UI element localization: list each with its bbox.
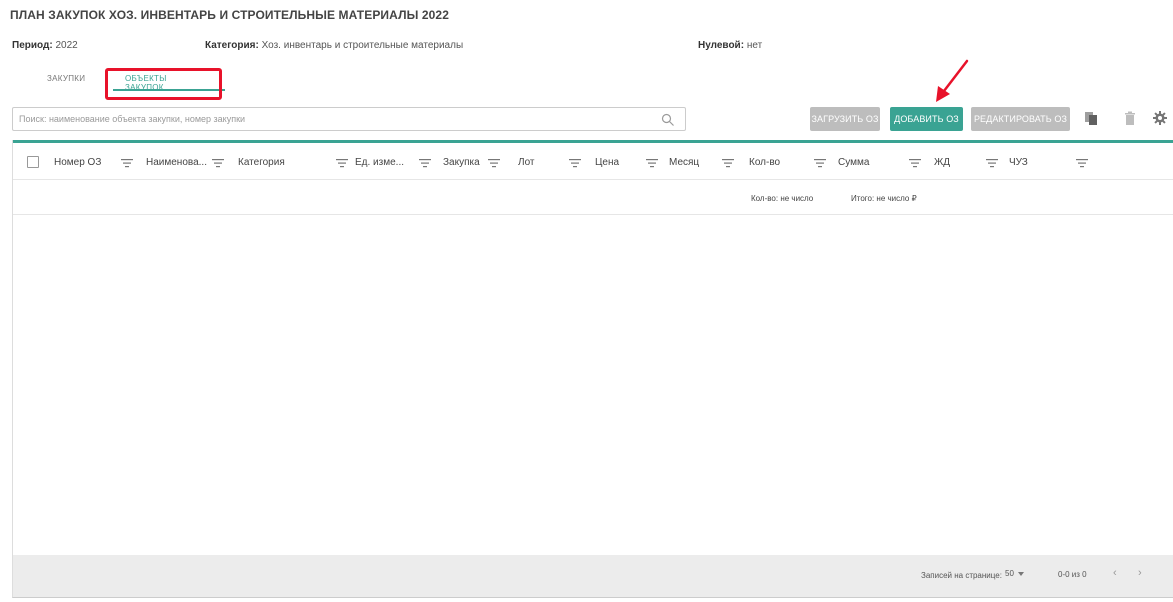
category-value: Хоз. инвентарь и строительные материалы <box>261 40 464 51</box>
filter-icon[interactable] <box>121 158 133 168</box>
filter-icon[interactable] <box>419 158 431 168</box>
chevron-down-icon[interactable] <box>1018 572 1024 576</box>
edit-button[interactable]: РЕДАКТИРОВАТЬ ОЗ <box>971 107 1070 131</box>
search-input[interactable] <box>13 108 685 130</box>
table-header: Номер ОЗ Наименова... Категория Ед. изме… <box>13 143 1173 180</box>
tab-purchases[interactable]: ЗАКУПКИ <box>47 74 85 83</box>
column-header[interactable]: Месяц <box>669 157 699 168</box>
zero-value: нет <box>746 40 763 51</box>
column-header[interactable]: Категория <box>238 157 285 168</box>
upload-button[interactable]: ЗАГРУЗИТЬ ОЗ <box>810 107 880 131</box>
trash-icon[interactable] <box>1122 110 1138 126</box>
column-header[interactable]: Сумма <box>838 157 869 168</box>
filter-icon[interactable] <box>909 158 921 168</box>
column-header[interactable]: Цена <box>595 157 619 168</box>
chevron-right-icon[interactable]: › <box>1138 567 1142 579</box>
rows-per-page-select[interactable]: 50 <box>1005 569 1014 578</box>
search-icon[interactable] <box>661 113 675 127</box>
filter-icon[interactable] <box>336 158 348 168</box>
meta-period: Период: 2022 <box>12 40 78 51</box>
column-header[interactable]: Номер ОЗ <box>54 157 101 168</box>
period-label: Период: <box>12 40 53 51</box>
filter-icon[interactable] <box>646 158 658 168</box>
period-value: 2022 <box>55 40 78 51</box>
gear-icon[interactable] <box>1152 110 1168 126</box>
totals-row: Кол-во: не число Итого: не число ₽ <box>13 181 1173 215</box>
column-header[interactable]: Наименова... <box>146 157 207 168</box>
chevron-left-icon[interactable]: ‹ <box>1113 567 1117 579</box>
filter-icon[interactable] <box>814 158 826 168</box>
rows-per-page-label: Записей на странице: <box>921 571 1002 580</box>
totals-sum: Итого: не число ₽ <box>851 194 917 203</box>
meta-zero: Нулевой: нет <box>698 40 762 51</box>
column-header[interactable]: Закупка <box>443 157 480 168</box>
column-header[interactable]: ЧУЗ <box>1009 157 1028 168</box>
filter-icon[interactable] <box>212 158 224 168</box>
select-all-checkbox[interactable] <box>27 156 39 168</box>
totals-quantity: Кол-во: не число <box>751 194 814 203</box>
filter-icon[interactable] <box>569 158 581 168</box>
filter-icon[interactable] <box>986 158 998 168</box>
pagination-range: 0-0 из 0 <box>1058 570 1087 579</box>
data-table: Номер ОЗ Наименова... Категория Ед. изме… <box>12 140 1173 598</box>
column-header[interactable]: ЖД <box>934 157 950 168</box>
filter-icon[interactable] <box>1076 158 1088 168</box>
column-header[interactable]: Кол-во <box>749 157 780 168</box>
zero-label: Нулевой: <box>698 40 745 51</box>
filter-icon[interactable] <box>722 158 734 168</box>
column-header[interactable]: Лот <box>518 157 534 168</box>
filter-icon[interactable] <box>488 158 500 168</box>
annotation-highlight-box <box>105 68 222 100</box>
page-title: ПЛАН ЗАКУПОК ХОЗ. ИНВЕНТАРЬ И СТРОИТЕЛЬН… <box>10 8 449 22</box>
meta-category: Категория: Хоз. инвентарь и строительные… <box>205 40 463 51</box>
search-field <box>12 107 686 131</box>
category-label: Категория: <box>205 40 259 51</box>
copy-icon[interactable] <box>1083 110 1099 126</box>
column-header[interactable]: Ед. изме... <box>355 157 404 168</box>
add-button[interactable]: ДОБАВИТЬ ОЗ <box>890 107 963 131</box>
pagination-bar: Записей на странице: 50 0-0 из 0 ‹ › <box>13 555 1173 597</box>
